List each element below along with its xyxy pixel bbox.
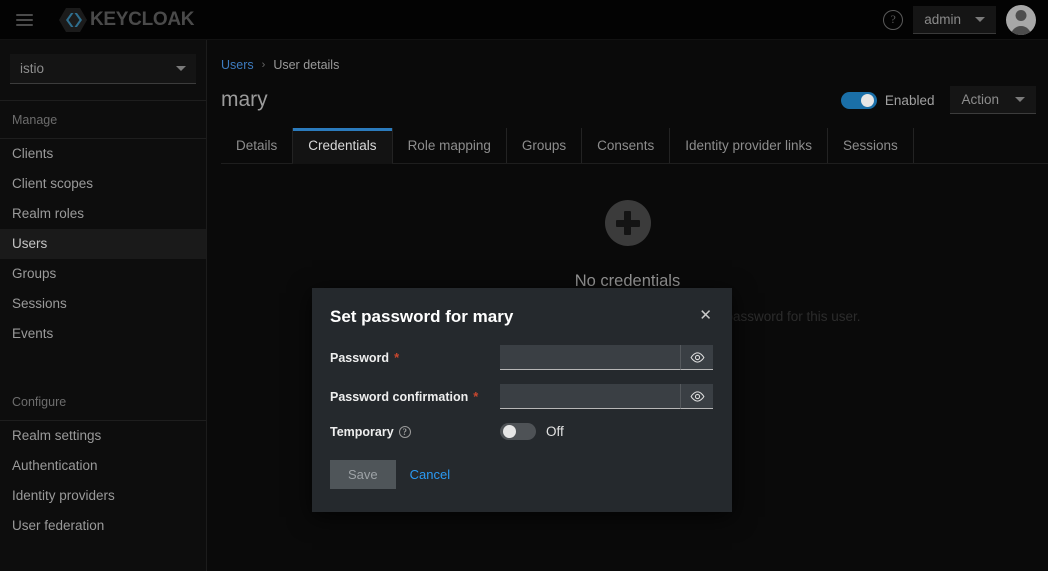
sidebar-item-user-federation[interactable]: User federation: [0, 511, 206, 541]
nav-group-manage: Manage Clients Client scopes Realm roles…: [0, 101, 206, 349]
password-confirmation-reveal-button[interactable]: [680, 384, 713, 409]
page-header: mary Enabled Action: [207, 72, 1048, 114]
chevron-down-icon: [975, 17, 985, 22]
breadcrumb-separator-icon: ›: [262, 59, 266, 71]
temporary-label: Temporary: [330, 425, 394, 439]
temporary-label-wrap: Temporary ?: [330, 425, 500, 439]
password-confirmation-label: Password confirmation: [330, 390, 468, 404]
user-menu-dropdown[interactable]: admin: [913, 6, 996, 34]
nav-group-configure: Configure Realm settings Authentication …: [0, 383, 206, 541]
tab-identity-provider-links[interactable]: Identity provider links: [669, 128, 827, 163]
avatar[interactable]: [1006, 5, 1036, 35]
realm-selector-value: istio: [20, 61, 44, 76]
breadcrumb: Users › User details: [207, 40, 1048, 72]
password-confirmation-field-row: Password confirmation *: [330, 384, 714, 409]
password-input-group: [500, 345, 713, 370]
required-asterisk-icon: *: [394, 354, 399, 362]
sidebar-item-authentication[interactable]: Authentication: [0, 451, 206, 481]
nav-group-title: Manage: [0, 101, 206, 138]
required-asterisk-icon: *: [473, 393, 478, 401]
user-detail-tabs: Details Credentials Role mapping Groups …: [221, 128, 1048, 164]
keycloak-logo-icon: [58, 7, 88, 33]
sidebar-item-identity-providers[interactable]: Identity providers: [0, 481, 206, 511]
help-icon[interactable]: ?: [399, 426, 411, 438]
realm-selector-wrap: istio: [0, 40, 206, 100]
realm-selector[interactable]: istio: [10, 54, 196, 84]
enabled-toggle-label: Enabled: [885, 93, 935, 108]
hamburger-bar: [16, 24, 33, 26]
sidebar: istio Manage Clients Client scopes Realm…: [0, 40, 207, 571]
set-password-modal: Set password for mary ✕ Password *: [312, 288, 732, 512]
plus-circle-icon: [605, 200, 651, 246]
tab-consents[interactable]: Consents: [581, 128, 669, 163]
password-reveal-button[interactable]: [680, 345, 713, 370]
temporary-field-row: Temporary ? Off: [330, 423, 714, 440]
tab-credentials[interactable]: Credentials: [292, 128, 391, 163]
page-header-actions: Enabled Action: [841, 86, 1048, 114]
page-title: mary: [221, 88, 268, 112]
eye-icon: [690, 352, 705, 363]
close-icon[interactable]: ✕: [697, 307, 714, 325]
brand-text: KEYCLOAK: [90, 9, 194, 31]
password-label: Password: [330, 351, 389, 365]
enabled-toggle-group: Enabled: [841, 92, 935, 109]
password-field-row: Password *: [330, 345, 714, 370]
password-confirmation-input[interactable]: [500, 384, 680, 409]
set-password-form: Password * Password confirmation: [312, 327, 732, 440]
chevron-down-icon: [1015, 97, 1025, 102]
masthead: KEYCLOAK ? admin: [0, 0, 1048, 40]
sidebar-item-realm-roles[interactable]: Realm roles: [0, 199, 206, 229]
temporary-toggle[interactable]: [500, 423, 536, 440]
tab-role-mapping[interactable]: Role mapping: [392, 128, 506, 163]
hamburger-menu-icon[interactable]: [6, 0, 42, 40]
toggle-knob: [861, 94, 874, 107]
breadcrumb-current: User details: [273, 58, 339, 72]
sidebar-item-client-scopes[interactable]: Client scopes: [0, 169, 206, 199]
user-menu-label: admin: [924, 12, 961, 27]
password-input[interactable]: [500, 345, 680, 370]
password-confirmation-input-group: [500, 384, 713, 409]
password-confirmation-label-wrap: Password confirmation *: [330, 390, 500, 404]
toggle-knob: [503, 425, 516, 438]
tab-details[interactable]: Details: [221, 128, 292, 163]
help-icon[interactable]: ?: [883, 10, 903, 30]
modal-header: Set password for mary ✕: [312, 288, 732, 327]
sidebar-item-users[interactable]: Users: [0, 229, 206, 259]
modal-title: Set password for mary: [330, 307, 513, 327]
nav-group-title: Configure: [0, 383, 206, 420]
sidebar-item-clients[interactable]: Clients: [0, 139, 206, 169]
sidebar-item-realm-settings[interactable]: Realm settings: [0, 421, 206, 451]
cancel-button[interactable]: Cancel: [410, 467, 450, 482]
action-dropdown[interactable]: Action: [950, 86, 1036, 114]
modal-footer: Save Cancel: [312, 454, 732, 489]
password-label-wrap: Password *: [330, 351, 500, 365]
sidebar-item-sessions[interactable]: Sessions: [0, 289, 206, 319]
sidebar-item-groups[interactable]: Groups: [0, 259, 206, 289]
temporary-toggle-state-label: Off: [546, 424, 564, 439]
sidebar-item-events[interactable]: Events: [0, 319, 206, 349]
masthead-actions: ? admin: [883, 5, 1048, 35]
breadcrumb-link-users[interactable]: Users: [221, 58, 254, 72]
action-dropdown-label: Action: [961, 92, 999, 107]
temporary-toggle-group: Off: [500, 423, 564, 440]
brand-logo[interactable]: KEYCLOAK: [58, 7, 194, 33]
tab-sessions[interactable]: Sessions: [827, 128, 914, 163]
save-button[interactable]: Save: [330, 460, 396, 489]
chevron-down-icon: [176, 66, 186, 71]
tab-groups[interactable]: Groups: [506, 128, 581, 163]
hamburger-bar: [16, 19, 33, 21]
keycloak-admin-console: KEYCLOAK ? admin istio Manage Clients Cl…: [0, 0, 1048, 571]
eye-icon: [690, 391, 705, 402]
nav-spacer: [0, 349, 206, 383]
enabled-toggle[interactable]: [841, 92, 877, 109]
hamburger-bar: [16, 14, 33, 16]
